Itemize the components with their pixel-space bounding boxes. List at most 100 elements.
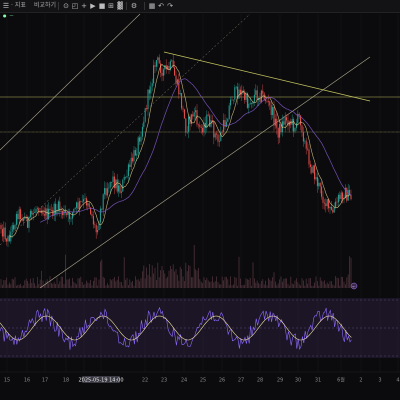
volume-bar (298, 284, 300, 288)
volume-bar (31, 282, 33, 288)
candle-body (246, 93, 248, 108)
volume-bar (32, 278, 34, 288)
candle-body (218, 140, 220, 142)
candle-body (220, 131, 222, 141)
volume-bar (112, 278, 114, 288)
candle-body (109, 181, 111, 188)
candle-body (160, 63, 162, 73)
volume-bar (297, 282, 299, 288)
volume-bar (165, 278, 167, 288)
volume-bar (52, 283, 54, 288)
volume-bar (305, 278, 307, 288)
volume-bar (62, 276, 63, 288)
candle-body (176, 79, 178, 84)
volume-bar (66, 279, 68, 288)
candle-body (234, 87, 236, 100)
volume-bar (308, 278, 310, 288)
candle-body (164, 65, 166, 70)
candle-body (151, 83, 153, 87)
candle-body (155, 60, 157, 67)
candle-body (15, 213, 17, 225)
candle-body (74, 207, 76, 209)
volume-bar (38, 284, 40, 288)
candle-body (66, 212, 68, 216)
volume-bar (321, 280, 322, 288)
volume-bar (161, 265, 163, 288)
candle-body (94, 224, 96, 226)
volume-bar (329, 281, 331, 288)
volume-bar (254, 278, 255, 288)
candle-body (213, 121, 215, 138)
candle-body (60, 211, 62, 212)
candle-body (337, 194, 339, 203)
candle-body (295, 123, 297, 128)
volume-bar (237, 285, 238, 288)
candle-body (0, 225, 2, 230)
volume-bar (147, 274, 149, 288)
volume-bar (210, 281, 212, 288)
candle-body (249, 103, 251, 104)
volume-bar (303, 280, 304, 288)
candle-body (140, 136, 142, 142)
candle-body (321, 186, 323, 197)
volume-bar (251, 285, 252, 288)
candle-body (168, 65, 170, 70)
candle-body (192, 114, 194, 117)
volume-bar (247, 279, 248, 288)
x-axis-label: 3 (378, 378, 381, 384)
volume-bar (185, 262, 187, 288)
volume-bar (289, 285, 290, 288)
trendlines[interactable] (0, 13, 400, 289)
candle-body (11, 225, 13, 232)
volume-bar (277, 283, 279, 288)
candle-body (133, 150, 135, 162)
volume-bar (10, 284, 12, 288)
volume-bar (200, 281, 202, 288)
candle-body (136, 153, 138, 156)
candle-body (77, 202, 79, 209)
candle-body (76, 202, 78, 208)
volume-bar (73, 281, 75, 288)
volume-bar (122, 285, 124, 288)
candles (0, 54, 352, 248)
volume-bar (182, 276, 184, 288)
candle-body (253, 94, 255, 102)
candle-body (111, 181, 113, 183)
candle-body (129, 164, 131, 168)
volume-bar (240, 278, 241, 288)
volume-bar (46, 279, 48, 288)
candle-body (49, 208, 51, 211)
volume-bar (14, 277, 16, 288)
candle-body (329, 206, 331, 209)
volume-bar (21, 285, 23, 288)
volume-bar (157, 262, 159, 288)
candle-body (157, 57, 159, 61)
candle-body (340, 192, 342, 199)
volume-bar (72, 277, 73, 288)
candle-body (228, 105, 230, 119)
candle-body (269, 101, 271, 106)
candle-body (350, 195, 352, 200)
candle-body (57, 201, 59, 210)
candle-body (193, 112, 195, 117)
candle-body (312, 165, 314, 173)
volume-bar (233, 284, 234, 288)
candle-body (116, 179, 118, 192)
volume-bar (45, 281, 47, 288)
volume-bar (339, 285, 341, 288)
price-chart[interactable]: 15161718192025-05-19 14:0022232425262728… (0, 0, 400, 400)
x-axis-label: 27 (238, 378, 244, 384)
volume-bar (18, 284, 20, 288)
volume-bar (174, 271, 175, 288)
volume-bar (184, 281, 185, 288)
volume-bar (59, 281, 61, 288)
candle-body (32, 212, 34, 215)
candle-body (232, 99, 234, 101)
volume-bar (191, 277, 192, 288)
candle-body (13, 225, 15, 230)
volume-bar (128, 285, 129, 288)
candle-body (256, 90, 258, 100)
candle-body (326, 199, 328, 207)
indicator-badge[interactable]: ← (350, 282, 358, 290)
volume-bar (198, 268, 199, 288)
